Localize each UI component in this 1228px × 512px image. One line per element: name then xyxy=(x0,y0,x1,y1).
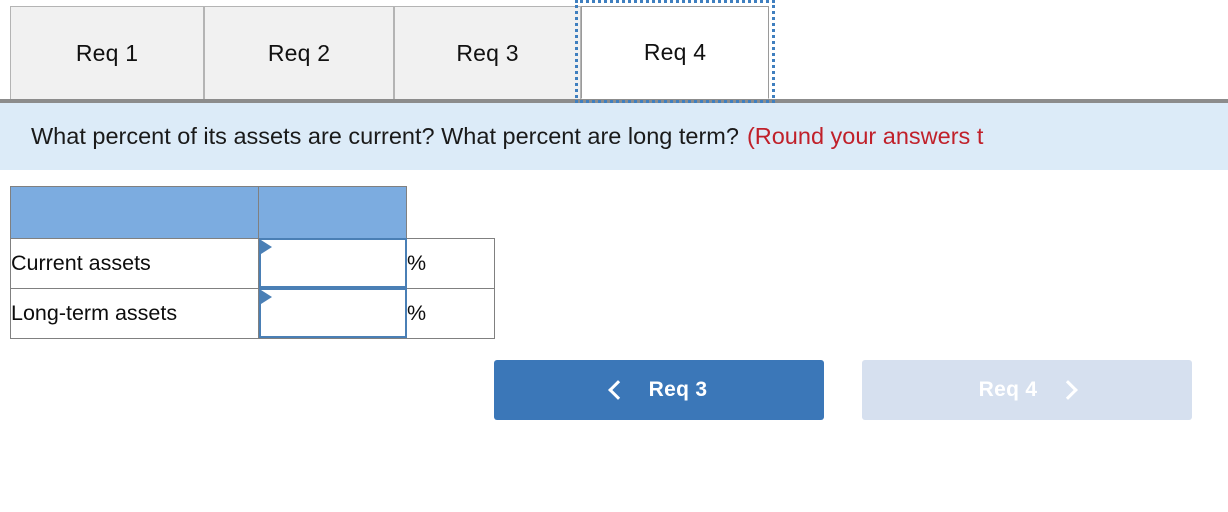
prev-requirement-label: Req 3 xyxy=(648,378,708,401)
chevron-left-icon xyxy=(607,380,628,400)
table-row: Long-term assets % xyxy=(10,288,495,339)
prev-requirement-button[interactable]: Req 3 xyxy=(494,360,824,420)
tab-req-4[interactable]: Req 4 xyxy=(581,6,769,99)
navigation-bar: Req 3 Req 4 xyxy=(494,360,1192,420)
tab-req-2-label: Req 2 xyxy=(267,39,331,66)
row-input-cell-current-assets xyxy=(258,238,407,289)
table-header-row xyxy=(10,186,495,239)
row-label-long-term-assets: Long-term assets xyxy=(10,288,259,339)
table-row: Current assets % xyxy=(10,238,495,289)
tab-req-2[interactable]: Req 2 xyxy=(204,6,394,99)
question-banner: What percent of its assets are current? … xyxy=(0,103,1228,170)
answer-table: Current assets % Long-term assets % xyxy=(10,186,495,339)
row-label-current-assets: Current assets xyxy=(10,238,259,289)
table-header-input-cell xyxy=(258,186,407,239)
question-rounding-hint: (Round your answers t xyxy=(746,123,984,149)
chevron-right-icon xyxy=(1058,380,1079,400)
row-unit-current-assets: % xyxy=(406,238,495,289)
tab-req-1-label: Req 1 xyxy=(75,39,139,66)
row-unit-long-term-assets: % xyxy=(406,288,495,339)
tab-req-3-label: Req 3 xyxy=(456,39,519,66)
tab-req-1[interactable]: Req 1 xyxy=(10,6,204,99)
tab-strip: Req 1 Req 2 Req 3 Req 4 xyxy=(0,0,1228,103)
tab-req-4-label: Req 4 xyxy=(643,39,707,65)
current-assets-input[interactable] xyxy=(259,238,407,288)
tab-req-3[interactable]: Req 3 xyxy=(394,6,581,99)
long-term-assets-input[interactable] xyxy=(259,288,407,338)
next-requirement-button[interactable]: Req 4 xyxy=(862,360,1192,420)
table-header-label-cell xyxy=(10,186,259,239)
next-requirement-label: Req 4 xyxy=(978,378,1038,401)
question-text: What percent of its assets are current? … xyxy=(31,123,739,149)
row-input-cell-long-term-assets xyxy=(258,288,407,339)
